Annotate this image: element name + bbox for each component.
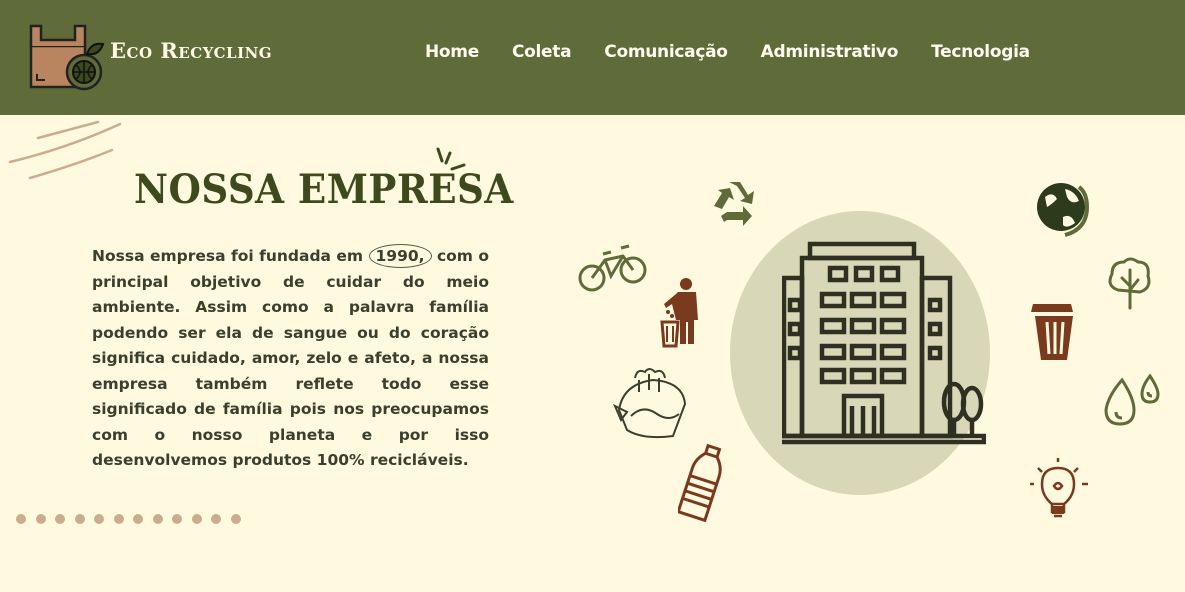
globe-icon [1037, 183, 1090, 237]
plastic-bottle-icon [678, 444, 722, 523]
tree-icon [1108, 257, 1151, 310]
nav-comunicacao[interactable]: Comunicação [604, 42, 728, 62]
recycle-icon [714, 182, 754, 226]
nav-administrativo[interactable]: Administrativo [761, 42, 899, 62]
water-drops-icon [1104, 373, 1160, 426]
description-text-start: Nossa empresa foi fundada em [92, 247, 369, 265]
founded-year-badge: 1990, [368, 244, 432, 268]
person-trash-icon [660, 278, 698, 348]
sparkle-icon [436, 147, 466, 171]
site-header: Eco Recycling Home Coleta Comunicação Ad… [0, 0, 1185, 115]
bicycle-icon [578, 244, 647, 292]
trash-bin-icon [1031, 304, 1073, 360]
main-nav: Home Coleta Comunicação Administrativo T… [425, 42, 1030, 62]
description-text-end: com o principal objetivo de cuidar do me… [92, 247, 489, 469]
dots-decoration [16, 514, 241, 524]
building-icon [782, 241, 986, 445]
company-description: Nossa empresa foi fundada em 1990, com o… [92, 244, 489, 474]
nav-home[interactable]: Home [425, 42, 479, 62]
nav-coleta[interactable]: Coleta [512, 42, 572, 62]
nav-tecnologia[interactable]: Tecnologia [931, 42, 1030, 62]
logo-icon[interactable] [27, 20, 107, 92]
decorative-lines-icon [8, 120, 122, 180]
earth-city-icon [613, 368, 687, 439]
brand-name[interactable]: Eco Recycling [110, 38, 272, 63]
lightbulb-icon [1030, 458, 1088, 518]
